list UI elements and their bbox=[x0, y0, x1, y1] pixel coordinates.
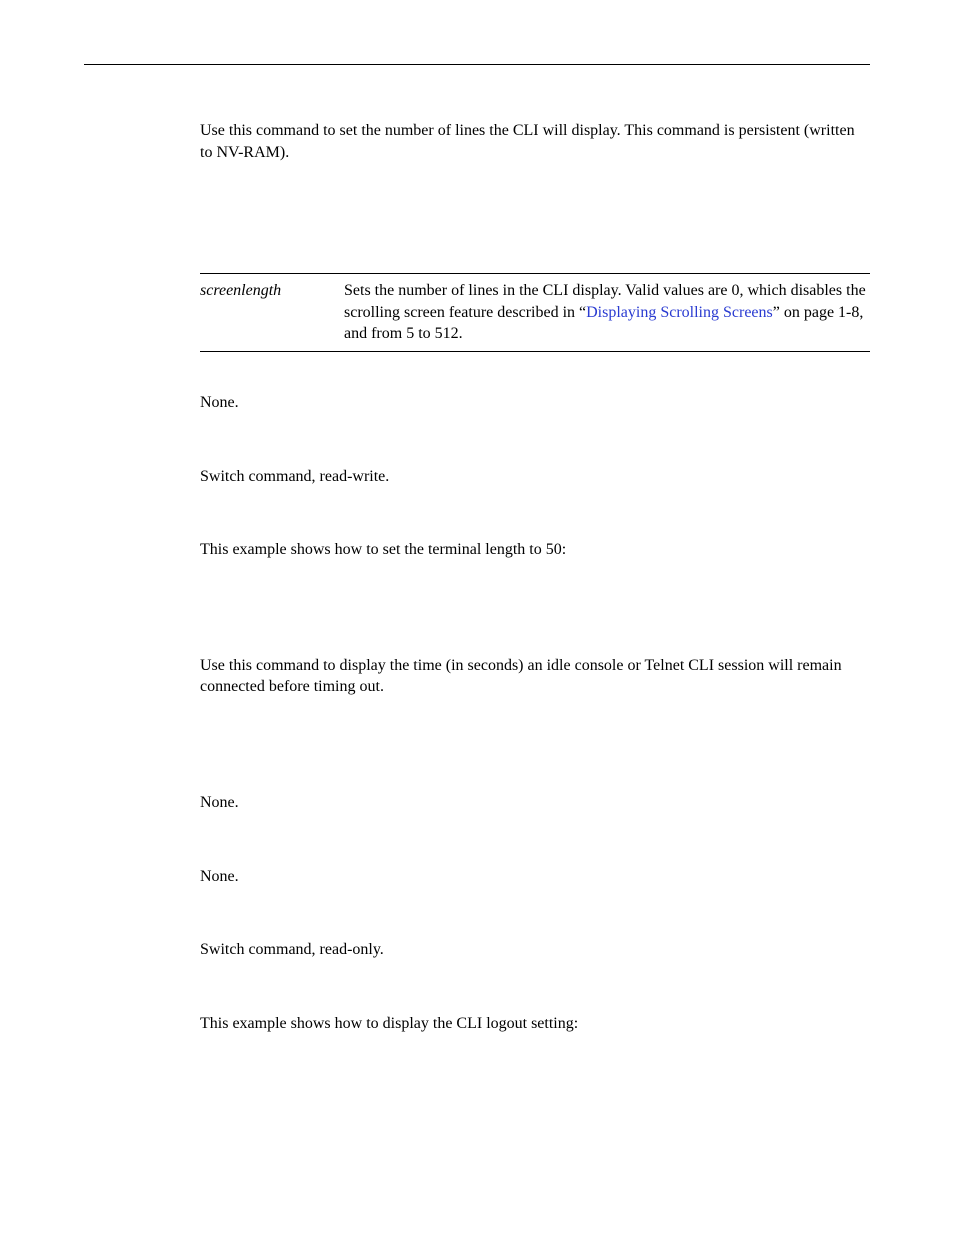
param-desc-cell: Sets the number of lines in the CLI disp… bbox=[344, 274, 870, 352]
content-area: Use this command to set the number of li… bbox=[200, 120, 870, 1046]
mode-text-1: Switch command, read-write. bbox=[200, 466, 870, 488]
intro-paragraph-2: Use this command to display the time (in… bbox=[200, 655, 870, 698]
header-rule bbox=[84, 64, 870, 65]
link-displaying-scrolling-screens[interactable]: Displaying Scrolling Screens bbox=[586, 304, 773, 321]
example-text-2: This example shows how to display the CL… bbox=[200, 1013, 870, 1035]
parameter-table: screenlength Sets the number of lines in… bbox=[200, 273, 870, 352]
page: Use this command to set the number of li… bbox=[0, 0, 954, 1235]
mode-text-2: Switch command, read-only. bbox=[200, 939, 870, 961]
defaults-text-2: None. bbox=[200, 866, 870, 888]
intro-paragraph-1: Use this command to set the number of li… bbox=[200, 120, 870, 163]
parameters-text-2: None. bbox=[200, 792, 870, 814]
table-row: screenlength Sets the number of lines in… bbox=[200, 274, 870, 352]
example-text-1: This example shows how to set the termin… bbox=[200, 539, 870, 561]
param-name-cell: screenlength bbox=[200, 274, 344, 352]
defaults-text-1: None. bbox=[200, 392, 870, 414]
